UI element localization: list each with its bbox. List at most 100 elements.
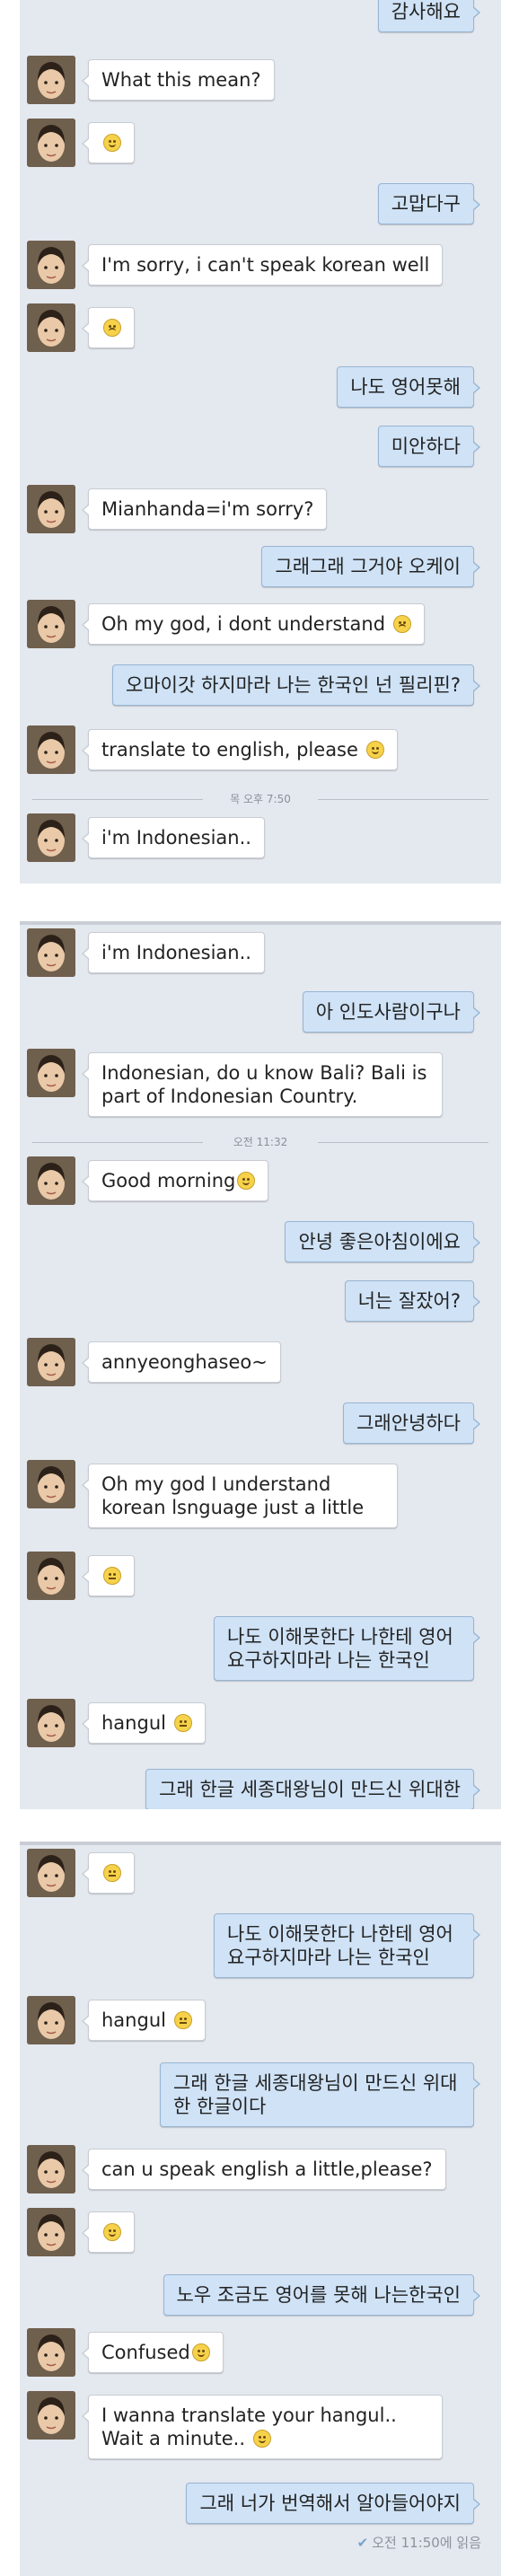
message-bubble[interactable]: I wanna translate your hangul.. Wait a m… — [82, 2395, 443, 2459]
message-bubble[interactable]: 노우 조금도 영어를 못해 나는한국인 — [163, 2274, 480, 2316]
message-bubble[interactable] — [82, 1852, 135, 1894]
message-outgoing[interactable]: 아 인도사람이구나 — [20, 988, 501, 1033]
message-incoming[interactable] — [20, 2208, 501, 2258]
message-outgoing[interactable]: 감사해요 — [20, 0, 501, 36]
message-incoming[interactable]: Mianhanda=i'm sorry? — [20, 485, 501, 535]
message-incoming[interactable] — [20, 119, 501, 169]
avatar[interactable] — [27, 1699, 75, 1747]
avatar[interactable] — [27, 813, 75, 862]
avatar[interactable] — [27, 600, 75, 648]
message-outgoing[interactable]: 미안하다 — [20, 422, 501, 467]
message-incoming[interactable]: Indonesian, do u know Bali? Bali is part… — [20, 1049, 501, 1121]
message-bubble[interactable] — [82, 1555, 135, 1596]
message-outgoing[interactable]: 그래안녕하다 — [20, 1399, 501, 1444]
message-incoming[interactable] — [20, 1849, 501, 1899]
message-incoming[interactable]: Confused — [20, 2328, 501, 2378]
message-bubble[interactable]: i'm Indonesian.. — [82, 817, 265, 858]
message-bubble[interactable]: What this mean? — [82, 59, 275, 101]
message-bubble[interactable] — [82, 122, 135, 163]
avatar[interactable] — [27, 485, 75, 533]
avatar[interactable] — [27, 2391, 75, 2440]
message-bubble[interactable]: 나도 이해못한다 나한테 영어 요구하지마라 나는 한국인 — [214, 1913, 480, 1978]
message-text: I'm sorry, i can't speak korean well — [101, 254, 430, 276]
avatar[interactable] — [27, 1996, 75, 2044]
avatar[interactable] — [27, 1849, 75, 1897]
message-outgoing[interactable]: 고맙다구 — [20, 180, 501, 224]
message-outgoing[interactable]: 너는 잘잤어? — [20, 1277, 501, 1322]
message-text: Oh my god I understand korean lsnguage j… — [101, 1473, 365, 1518]
message-outgoing[interactable]: 그래그래 그거야 오케이 — [20, 542, 501, 587]
message-incoming[interactable] — [20, 303, 501, 354]
avatar[interactable] — [27, 303, 75, 352]
message-incoming[interactable]: Oh my god, i dont understand — [20, 600, 501, 650]
message-incoming[interactable]: translate to english, please — [20, 725, 501, 776]
message-incoming[interactable]: Oh my god I understand korean lsnguage j… — [20, 1460, 501, 1532]
message-outgoing[interactable]: 나도 영어못해 — [20, 363, 501, 408]
message-bubble[interactable]: Oh my god I understand korean lsnguage j… — [82, 1464, 398, 1528]
avatar[interactable] — [27, 2328, 75, 2377]
message-text: 그래 너가 번역해서 알아들어야지 — [199, 2492, 461, 2514]
avatar[interactable] — [27, 119, 75, 167]
message-bubble[interactable]: I'm sorry, i can't speak korean well — [81, 244, 444, 286]
message-outgoing[interactable]: 나도 이해못한다 나한테 영어 요구하지마라 나는 한국인 — [20, 1910, 501, 1982]
message-bubble[interactable]: hangul — [82, 1702, 206, 1744]
message-incoming[interactable] — [20, 1552, 501, 1602]
avatar[interactable] — [27, 1156, 75, 1205]
message-bubble[interactable]: 그래 한글 세종대왕님이 만드신 위대한 — [145, 1769, 480, 1809]
message-bubble[interactable]: 그래그래 그거야 오케이 — [261, 546, 480, 587]
message-outgoing[interactable]: 나도 이해못한다 나한테 영어 요구하지마라 나는 한국인 — [20, 1613, 501, 1684]
message-incoming[interactable]: I'm sorry, i can't speak korean well — [20, 241, 501, 291]
message-outgoing[interactable]: 그래 한글 세종대왕님이 만드신 위대한 — [20, 1763, 501, 1809]
message-incoming[interactable]: can u speak english a little,please? — [20, 2145, 501, 2195]
avatar[interactable] — [27, 56, 75, 104]
message-bubble[interactable]: Good morning — [81, 1160, 269, 1201]
message-outgoing[interactable]: 노우 조금도 영어를 못해 나는한국인 — [20, 2271, 501, 2316]
avatar[interactable] — [27, 241, 75, 289]
avatar[interactable] — [27, 1460, 75, 1508]
avatar[interactable] — [27, 2208, 75, 2256]
message-incoming[interactable]: i'm Indonesian.. — [20, 813, 501, 864]
message-bubble[interactable]: i'm Indonesian.. — [82, 932, 265, 973]
message-bubble[interactable]: annyeonghaseo~ — [82, 1341, 281, 1383]
message-bubble[interactable]: Oh my god, i dont understand — [82, 603, 425, 645]
message-bubble[interactable]: 안녕 좋은아침이에요 — [285, 1221, 480, 1262]
message-text: Oh my god, i dont understand — [101, 613, 386, 635]
message-incoming[interactable]: I wanna translate your hangul.. Wait a m… — [20, 2391, 501, 2463]
message-incoming[interactable]: annyeonghaseo~ — [20, 1338, 501, 1388]
message-bubble[interactable]: Indonesian, do u know Bali? Bali is part… — [82, 1052, 443, 1117]
message-text: 아 인도사람이구나 — [315, 1001, 461, 1023]
message-incoming[interactable]: What this mean? — [20, 56, 501, 106]
message-bubble[interactable]: 고맙다구 — [377, 183, 481, 224]
message-bubble[interactable]: Confused — [82, 2332, 224, 2373]
avatar[interactable] — [27, 1049, 75, 1097]
avatar[interactable] — [27, 2145, 75, 2194]
message-bubble[interactable] — [82, 2211, 135, 2253]
message-bubble[interactable]: Mianhanda=i'm sorry? — [81, 488, 328, 530]
message-bubble[interactable]: 그래 너가 번역해서 알아들어야지 — [186, 2483, 480, 2524]
message-incoming[interactable]: hangul — [20, 1996, 501, 2046]
message-incoming[interactable]: i'm Indonesian.. — [20, 928, 501, 979]
message-bubble[interactable] — [82, 307, 135, 348]
avatar[interactable] — [27, 1338, 75, 1386]
message-bubble[interactable]: hangul — [82, 2000, 206, 2041]
message-incoming[interactable]: Good morning — [20, 1156, 501, 1207]
message-bubble[interactable]: 나도 영어못해 — [337, 366, 480, 408]
message-bubble[interactable]: 오마이갓 하지마라 나는 한국인 넌 필리핀? — [112, 664, 480, 706]
message-outgoing[interactable]: 그래 한글 세종대왕님이 만드신 위대한 한글이다 — [20, 2059, 501, 2131]
message-incoming[interactable]: hangul — [20, 1699, 501, 1749]
message-outgoing[interactable]: 그래 너가 번역해서 알아들어야지 — [20, 2479, 501, 2524]
message-bubble[interactable]: 나도 이해못한다 나한테 영어 요구하지마라 나는 한국인 — [214, 1616, 480, 1681]
message-bubble[interactable]: 너는 잘잤어? — [344, 1280, 481, 1322]
message-bubble[interactable]: translate to english, please — [82, 729, 398, 770]
message-bubble[interactable]: 그래안녕하다 — [343, 1402, 480, 1444]
message-bubble[interactable]: 미안하다 — [377, 426, 481, 467]
avatar[interactable] — [27, 1552, 75, 1600]
avatar[interactable] — [27, 725, 75, 774]
message-bubble[interactable]: 그래 한글 세종대왕님이 만드신 위대한 한글이다 — [160, 2062, 480, 2127]
message-bubble[interactable]: 감사해요 — [377, 0, 481, 32]
message-outgoing[interactable]: 오마이갓 하지마라 나는 한국인 넌 필리핀? — [20, 661, 501, 706]
message-bubble[interactable]: can u speak english a little,please? — [82, 2149, 446, 2190]
message-bubble[interactable]: 아 인도사람이구나 — [302, 991, 481, 1033]
avatar[interactable] — [27, 928, 75, 977]
message-outgoing[interactable]: 안녕 좋은아침이에요 — [20, 1218, 501, 1262]
